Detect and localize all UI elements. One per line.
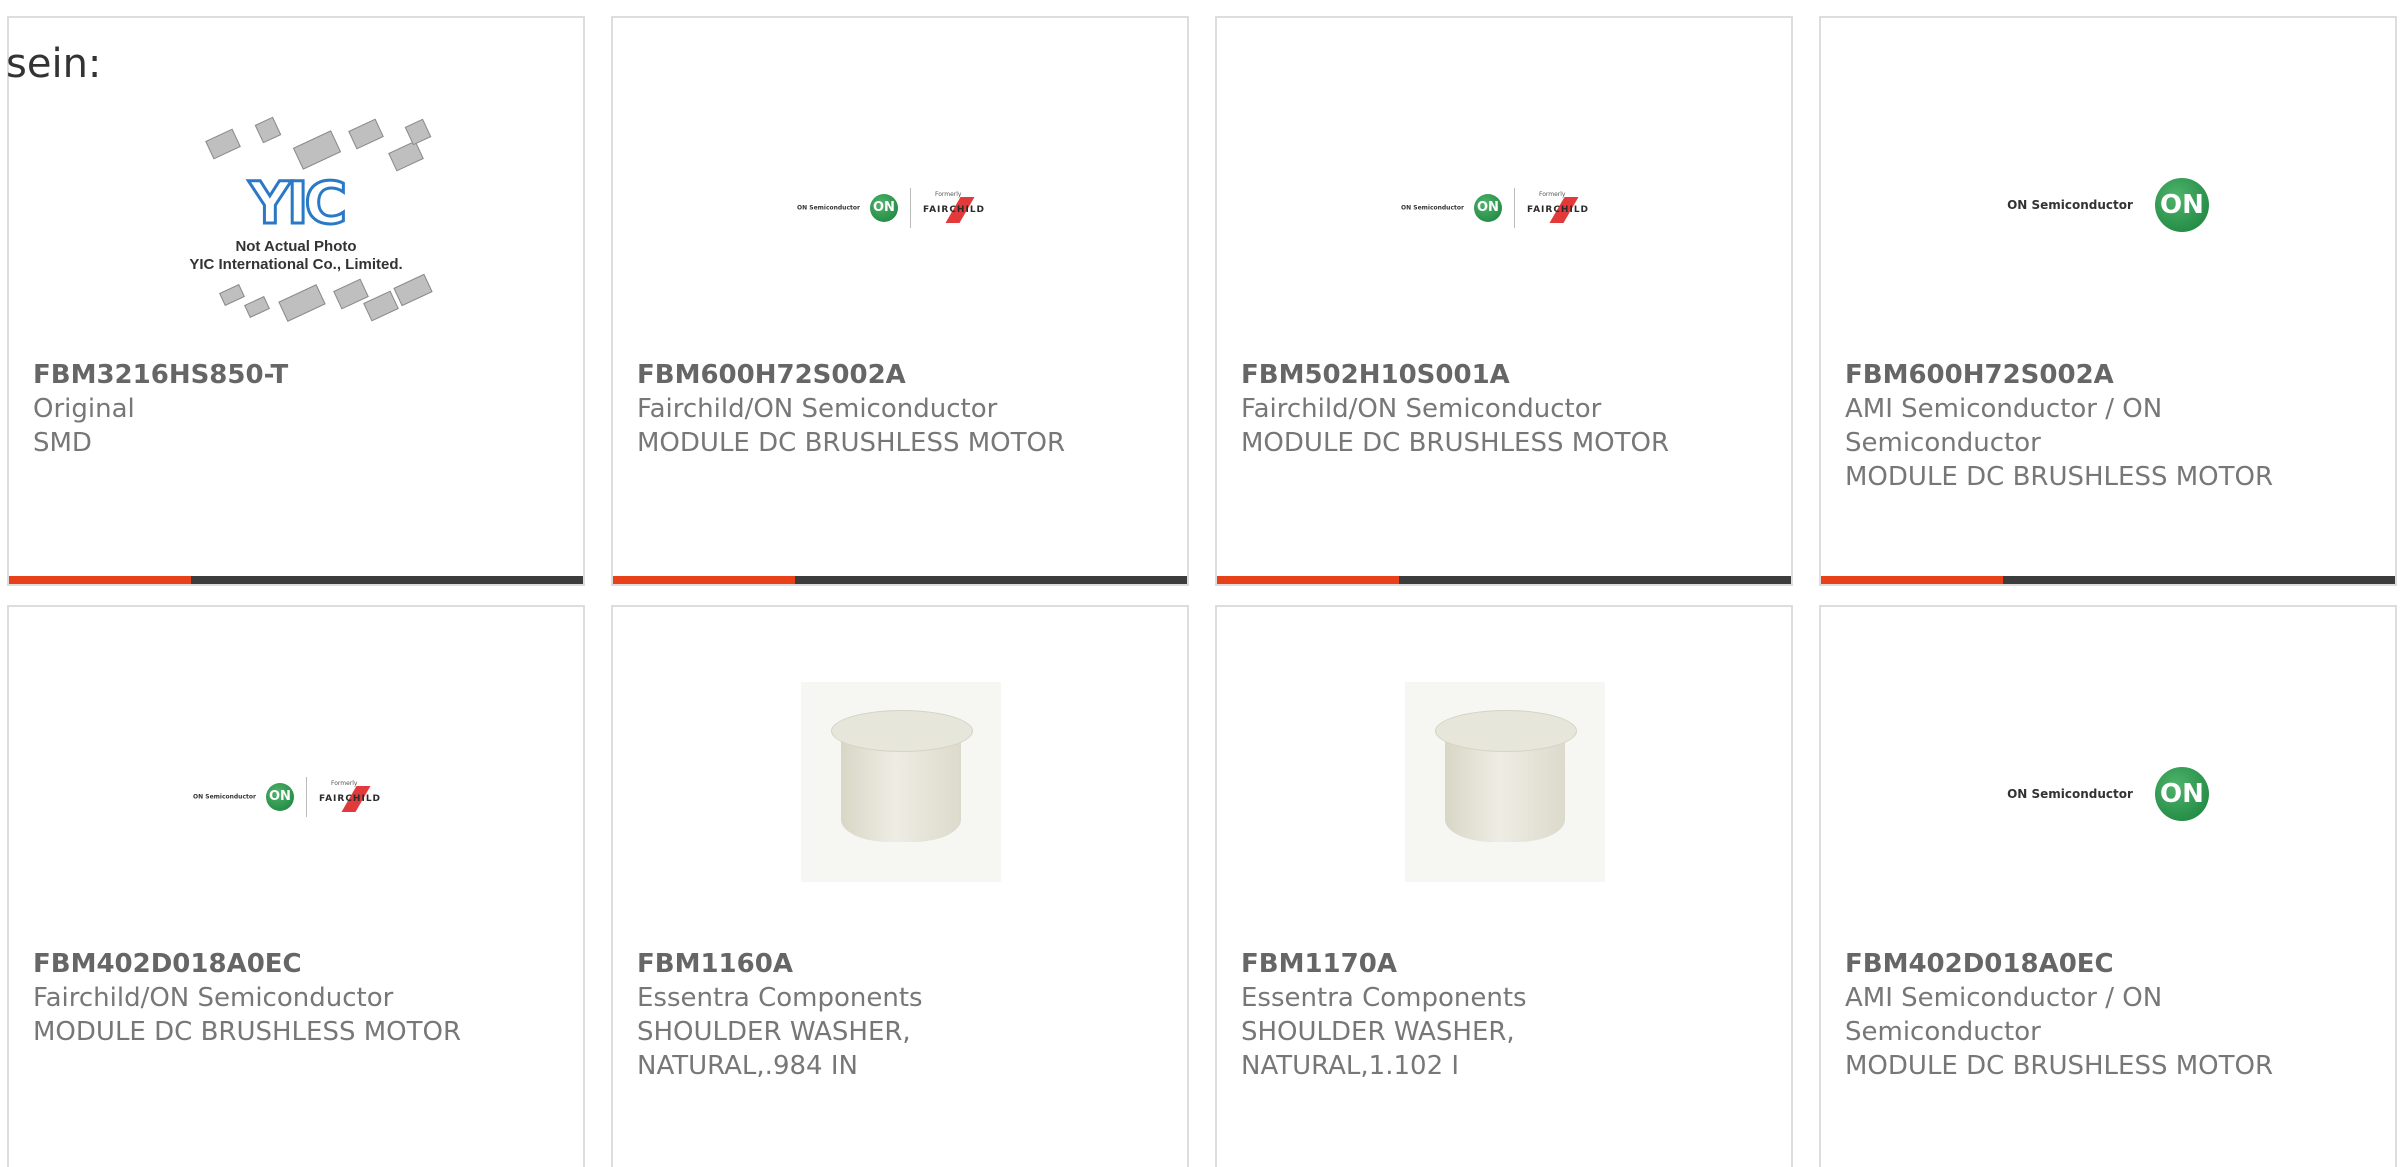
product-info: FBM502H10S001A Fairchild/ON Semiconducto… [1241, 358, 1767, 460]
manufacturer: Fairchild/ON Semiconductor [1241, 394, 1602, 424]
product-info: FBM402D018A0EC AMI Semiconductor / ON Se… [1845, 947, 2371, 1083]
description-line2: NATURAL,1.102 I [1241, 1051, 1460, 1081]
card-bottom-bar [9, 576, 583, 584]
product-info: FBM1170A Essentra Components SHOULDER WA… [1241, 947, 1767, 1083]
product-info: FBM600H72S002A Fairchild/ON Semiconducto… [637, 358, 1163, 460]
product-card[interactable]: ON Semiconductor ON Formerly FAIRCHILD FBM4… [7, 605, 585, 1167]
part-number-link[interactable]: FBM1170A [1241, 947, 1767, 981]
on-fairchild-logo: ON Semiconductor ON Formerly FAIRCHILD [613, 188, 1187, 228]
product-info: FBM3216HS850-T Original SMD [33, 358, 559, 460]
description-line1: SHOULDER WASHER, [637, 1017, 911, 1047]
part-number-link[interactable]: FBM402D018A0EC [1845, 947, 2371, 981]
manufacturer-line1: AMI Semiconductor / ON [1845, 394, 2163, 424]
description-line2: NATURAL,.984 IN [637, 1051, 858, 1081]
yic-placeholder-graphic: YIC Not Actual Photo YIC International C… [9, 116, 583, 324]
product-image[interactable]: ON Semiconductor ON Formerly FAIRCHILD [1217, 18, 1791, 363]
manufacturer: Fairchild/ON Semiconductor [33, 983, 394, 1013]
manufacturer: Essentra Components [1241, 983, 1527, 1013]
part-number-link[interactable]: FBM402D018A0EC [33, 947, 559, 981]
on-fairchild-logo: ON Semiconductor ON Formerly FAIRCHILD [1217, 188, 1791, 228]
product-info: FBM1160A Essentra Components SHOULDER WA… [637, 947, 1163, 1083]
product-card[interactable]: ON Semiconductor ON FBM402D018A0EC AMI Se… [1819, 605, 2397, 1167]
manufacturer-line1: AMI Semiconductor / ON [1845, 983, 2163, 1013]
intro-text: sein: [6, 41, 102, 87]
part-number-link[interactable]: FBM502H10S001A [1241, 358, 1767, 392]
product-image[interactable] [1217, 607, 1791, 952]
on-fairchild-logo: ON Semiconductor ON Formerly FAIRCHILD [9, 777, 583, 817]
product-grid-page: sein: YIC Not Actual Photo YIC Internati… [0, 0, 2400, 1167]
product-image[interactable]: ON Semiconductor ON Formerly FAIRCHILD [613, 18, 1187, 363]
description: SMD [33, 428, 92, 458]
description: MODULE DC BRUSHLESS MOTOR [1845, 1051, 2274, 1081]
manufacturer-line2: Semiconductor [1845, 1017, 2041, 1047]
product-card[interactable]: ON Semiconductor ON Formerly FAIRCHILD FBM6… [611, 16, 1189, 586]
yic-logo: YIC [247, 168, 348, 239]
manufacturer: Essentra Components [637, 983, 923, 1013]
chip-icons [146, 116, 446, 172]
description: MODULE DC BRUSHLESS MOTOR [33, 1017, 462, 1047]
manufacturer: Original [33, 394, 135, 424]
product-card[interactable]: FBM1160A Essentra Components SHOULDER WA… [611, 605, 1189, 1167]
card-bottom-bar [613, 576, 1187, 584]
product-card[interactable]: ON Semiconductor ON Formerly FAIRCHILD FBM5… [1215, 16, 1793, 586]
description: MODULE DC BRUSHLESS MOTOR [637, 428, 1066, 458]
part-number-link[interactable]: FBM1160A [637, 947, 1163, 981]
on-semi-logo: ON Semiconductor ON [1821, 767, 2395, 821]
description: MODULE DC BRUSHLESS MOTOR [1241, 428, 1670, 458]
product-image[interactable]: ON Semiconductor ON [1821, 607, 2395, 952]
card-bottom-bar [1821, 576, 2395, 584]
part-number-link[interactable]: FBM600H72S002A [637, 358, 1163, 392]
washer-photo [801, 682, 1001, 882]
product-image[interactable] [613, 607, 1187, 952]
part-number-link[interactable]: FBM3216HS850-T [33, 358, 559, 392]
manufacturer-line2: Semiconductor [1845, 428, 2041, 458]
description: MODULE DC BRUSHLESS MOTOR [1845, 462, 2274, 492]
product-image[interactable]: ON Semiconductor ON [1821, 18, 2395, 363]
manufacturer: Fairchild/ON Semiconductor [637, 394, 998, 424]
yic-caption-line2: YIC International Co., Limited. [189, 256, 403, 273]
product-card[interactable]: FBM1170A Essentra Components SHOULDER WA… [1215, 605, 1793, 1167]
washer-photo [1405, 682, 1605, 882]
on-semi-logo: ON Semiconductor ON [1821, 178, 2395, 232]
product-info: FBM402D018A0EC Fairchild/ON Semiconducto… [33, 947, 559, 1049]
description-line1: SHOULDER WASHER, [1241, 1017, 1515, 1047]
chip-icons [146, 273, 446, 324]
product-card[interactable]: YIC Not Actual Photo YIC International C… [7, 16, 585, 586]
part-number-link[interactable]: FBM600H72S002A [1845, 358, 2371, 392]
product-image[interactable]: ON Semiconductor ON Formerly FAIRCHILD [9, 607, 583, 952]
yic-caption-line1: Not Actual Photo [235, 238, 357, 255]
card-bottom-bar [1217, 576, 1791, 584]
product-card[interactable]: ON Semiconductor ON FBM600H72S002A AMI Se… [1819, 16, 2397, 586]
product-info: FBM600H72S002A AMI Semiconductor / ON Se… [1845, 358, 2371, 494]
